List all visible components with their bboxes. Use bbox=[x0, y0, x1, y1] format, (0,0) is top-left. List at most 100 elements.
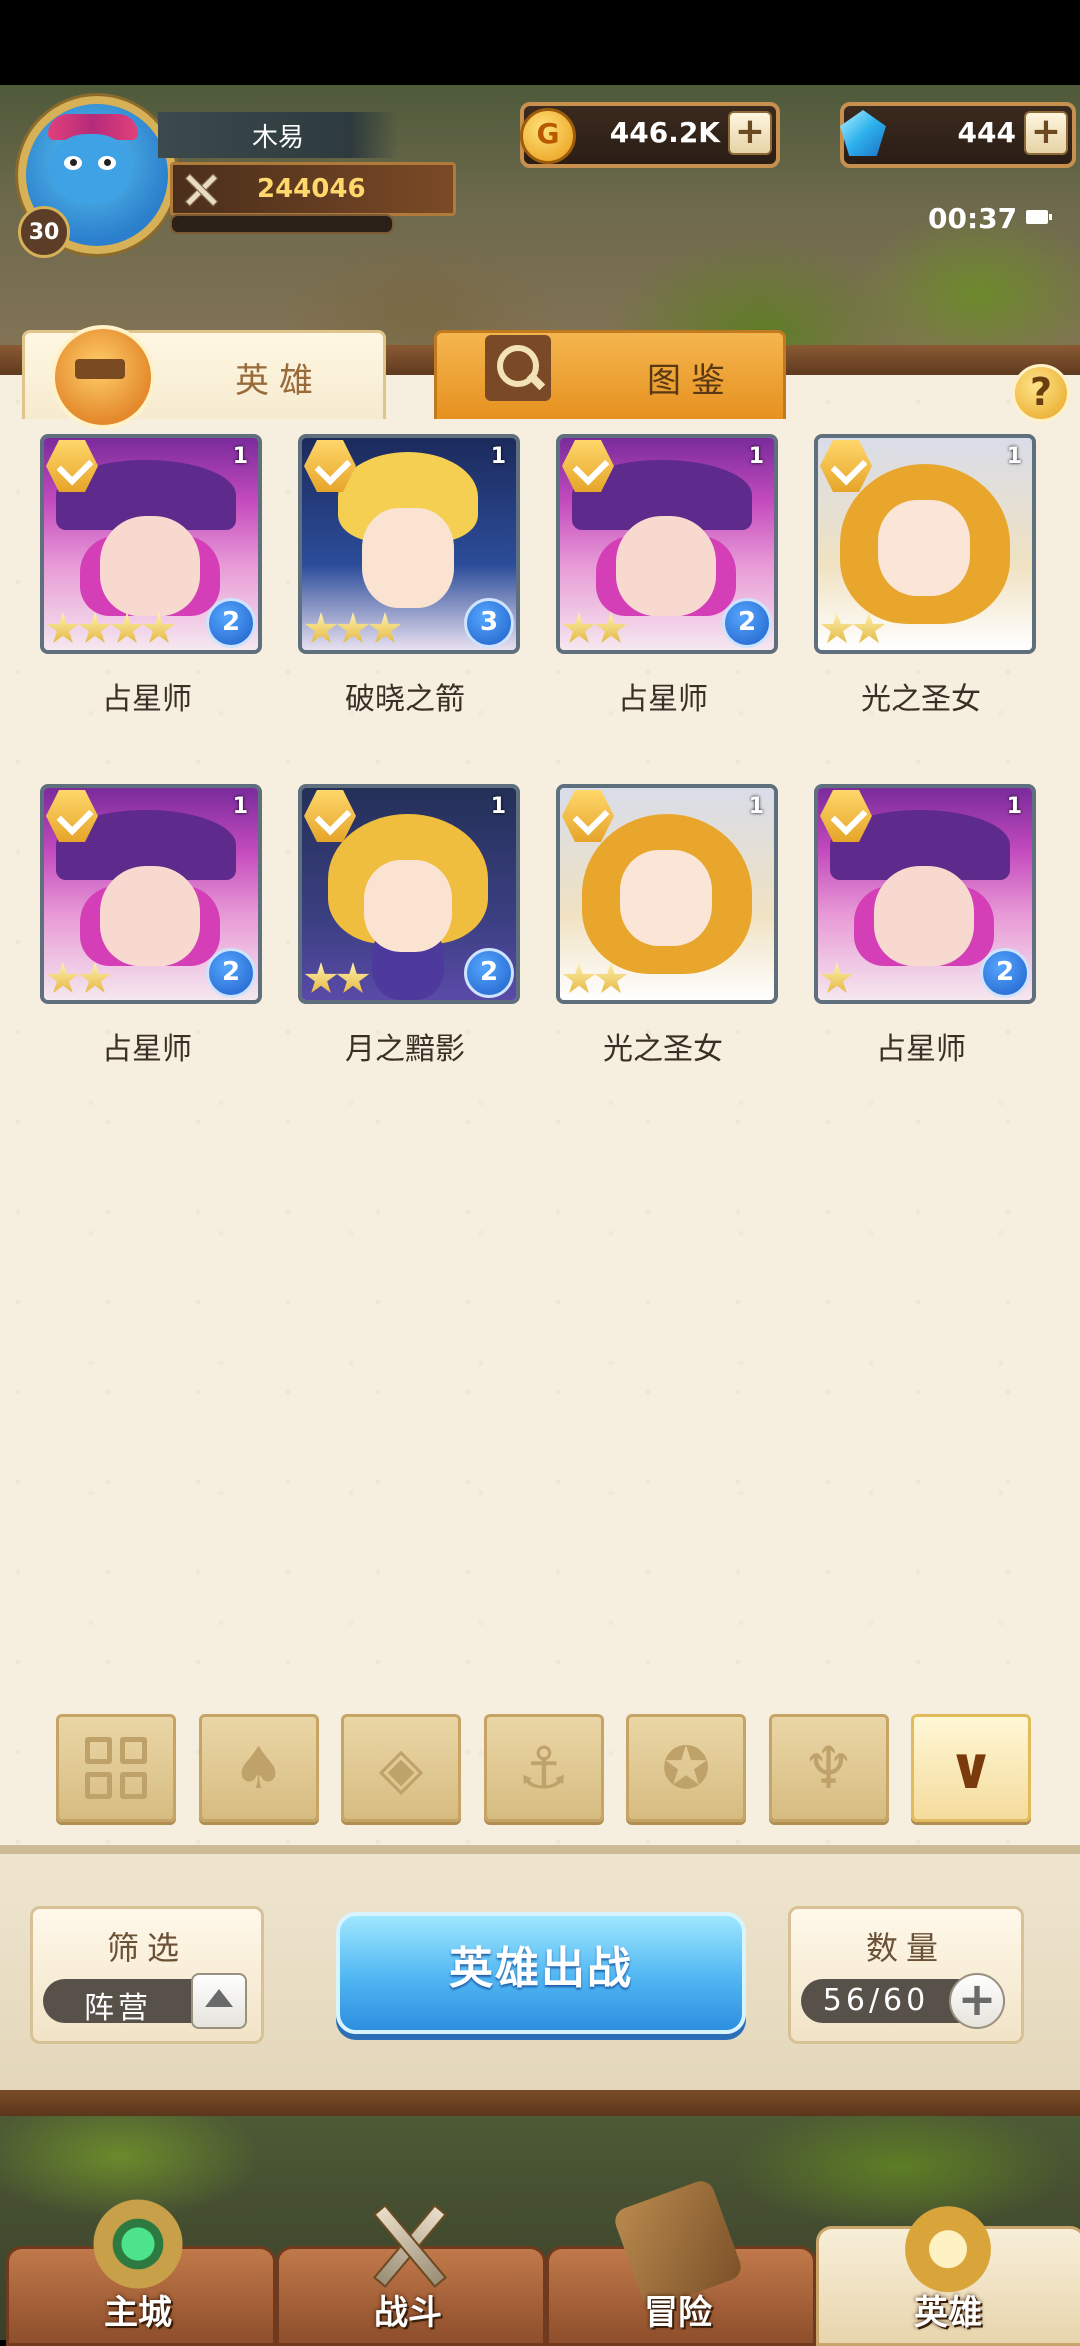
faction-filter-button[interactable]: ♠ bbox=[198, 1714, 319, 1822]
combat-power-value: 244046 bbox=[257, 174, 366, 204]
leaf-faction-icon: ♠ bbox=[232, 1734, 285, 1802]
faction-filter-button[interactable]: ∨ bbox=[911, 1714, 1031, 1822]
all-grid-icon bbox=[85, 1737, 147, 1799]
magnifier-icon bbox=[485, 335, 551, 401]
star-icon bbox=[78, 612, 112, 643]
crossed-swords-icon bbox=[179, 168, 221, 210]
nav-item[interactable]: 主城 bbox=[6, 2192, 276, 2346]
helmet-icon bbox=[51, 325, 155, 429]
gold-value: 446.2K bbox=[609, 116, 720, 149]
hero-level: 1 bbox=[748, 794, 764, 819]
nav-item-label: 主城 bbox=[104, 2293, 172, 2333]
combat-power-plate: 244046 bbox=[170, 162, 456, 216]
hero-level: 1 bbox=[490, 794, 506, 819]
hero-card[interactable]: 1 bbox=[556, 784, 778, 1004]
hero-name: 占星师 bbox=[102, 1032, 192, 1067]
faction-filter-button[interactable]: ♆ bbox=[768, 1714, 889, 1822]
help-button[interactable]: ? bbox=[1012, 364, 1070, 422]
diamond-counter: 444 + bbox=[840, 102, 1076, 168]
faction-filter-button[interactable]: ⚓ bbox=[483, 1714, 604, 1822]
gold-counter: G 446.2K + bbox=[520, 102, 780, 168]
nav-item[interactable]: 英雄 bbox=[816, 2192, 1080, 2346]
add-gold-button[interactable]: + bbox=[728, 111, 772, 155]
star-icon bbox=[852, 612, 886, 643]
star-icon bbox=[820, 962, 854, 993]
filter-box: 筛选 阵营 bbox=[30, 1906, 264, 2044]
horned-faction-icon: ♆ bbox=[802, 1734, 855, 1802]
anchor-faction-icon: ⚓ bbox=[517, 1734, 570, 1802]
hero-rank-badge: 2 bbox=[464, 948, 514, 998]
hero-card[interactable]: 1 bbox=[814, 434, 1036, 654]
diamond-icon bbox=[840, 110, 886, 156]
battery-icon bbox=[1026, 210, 1052, 224]
deploy-heroes-button[interactable]: 英雄出战 bbox=[336, 1912, 746, 2034]
swords-icon bbox=[356, 2192, 460, 2296]
tab-codex[interactable]: 图鉴 bbox=[434, 330, 786, 419]
star-icon bbox=[46, 612, 80, 643]
star-icon bbox=[336, 962, 370, 993]
hero-name: 光之圣女 bbox=[603, 1032, 723, 1067]
star-icon bbox=[562, 612, 596, 643]
hero-card[interactable]: 12 bbox=[814, 784, 1036, 1004]
hero-stars bbox=[304, 962, 370, 996]
player-name: 木易 bbox=[158, 112, 398, 158]
nav-item[interactable]: 战斗 bbox=[276, 2246, 546, 2346]
hero-card[interactable]: 12 bbox=[298, 784, 520, 1004]
filter-title: 筛选 bbox=[106, 1929, 187, 1967]
filter-value: 阵营 bbox=[84, 1991, 152, 2026]
hero-card[interactable]: 12 bbox=[40, 434, 262, 654]
nav-item-label: 战斗 bbox=[374, 2293, 442, 2333]
star-icon bbox=[820, 612, 854, 643]
hero-name: 月之黯影 bbox=[345, 1032, 465, 1067]
faction-filter-button[interactable]: ✪ bbox=[626, 1714, 746, 1822]
avatar-face bbox=[50, 134, 132, 204]
star-icon bbox=[336, 612, 370, 643]
hero-name: 占星师 bbox=[102, 682, 192, 717]
tab-heroes[interactable]: 英雄 bbox=[22, 325, 386, 429]
tab-codex-label: 图鉴 bbox=[647, 361, 735, 401]
nav-item[interactable]: 冒险 bbox=[546, 2177, 816, 2346]
star-icon bbox=[304, 612, 338, 643]
count-value: 56/60 bbox=[822, 1983, 930, 2018]
hero-level: 1 bbox=[490, 444, 506, 469]
avatar-eye bbox=[98, 156, 116, 170]
hero-stars bbox=[46, 612, 176, 646]
faction-filter-button[interactable] bbox=[56, 1714, 176, 1822]
add-diamond-button[interactable]: + bbox=[1024, 111, 1068, 155]
status-bar bbox=[0, 0, 1080, 85]
hero-card[interactable]: 12 bbox=[556, 434, 778, 654]
nav-item-label: 冒险 bbox=[644, 2293, 712, 2333]
star-icon bbox=[142, 612, 176, 643]
castle-icon bbox=[86, 2192, 190, 2296]
count-box: 数量 56/60 + bbox=[788, 1906, 1024, 2044]
hero-stars bbox=[46, 962, 112, 996]
nav-item-label: 英雄 bbox=[914, 2293, 982, 2333]
hero-card[interactable]: 13 bbox=[298, 434, 520, 654]
tab-heroes-label: 英雄 bbox=[235, 361, 323, 401]
hero-card[interactable]: 12 bbox=[40, 784, 262, 1004]
count-title: 数量 bbox=[865, 1929, 946, 1967]
hero-stars bbox=[562, 962, 628, 996]
hero-stars bbox=[820, 962, 854, 996]
expand-capacity-button[interactable]: + bbox=[949, 1973, 1005, 2029]
chevron-up-icon[interactable] bbox=[191, 1973, 247, 2029]
hero-rank-badge: 2 bbox=[980, 948, 1030, 998]
hero-name: 占星师 bbox=[876, 1032, 966, 1067]
hero-rank-badge: 2 bbox=[206, 598, 256, 648]
count-field: 56/60 + bbox=[801, 1973, 1005, 2029]
beast-faction-icon: ✪ bbox=[661, 1734, 711, 1802]
avatar-eye bbox=[64, 156, 82, 170]
hero-crest-icon bbox=[896, 2192, 1000, 2296]
wood-rail-bottom bbox=[0, 2090, 1080, 2116]
star-icon bbox=[304, 962, 338, 993]
faction-filter-button[interactable]: ◈ bbox=[341, 1714, 461, 1822]
star-icon bbox=[368, 612, 402, 643]
star-icon bbox=[594, 962, 628, 993]
hero-name: 光之圣女 bbox=[861, 682, 981, 717]
gold-coin-icon: G bbox=[520, 108, 576, 164]
hero-stars bbox=[820, 612, 886, 646]
hero-rank-badge: 2 bbox=[206, 948, 256, 998]
filter-dropdown[interactable]: 阵营 bbox=[43, 1973, 247, 2029]
player-level-badge: 30 bbox=[18, 206, 70, 258]
hero-level: 1 bbox=[748, 444, 764, 469]
